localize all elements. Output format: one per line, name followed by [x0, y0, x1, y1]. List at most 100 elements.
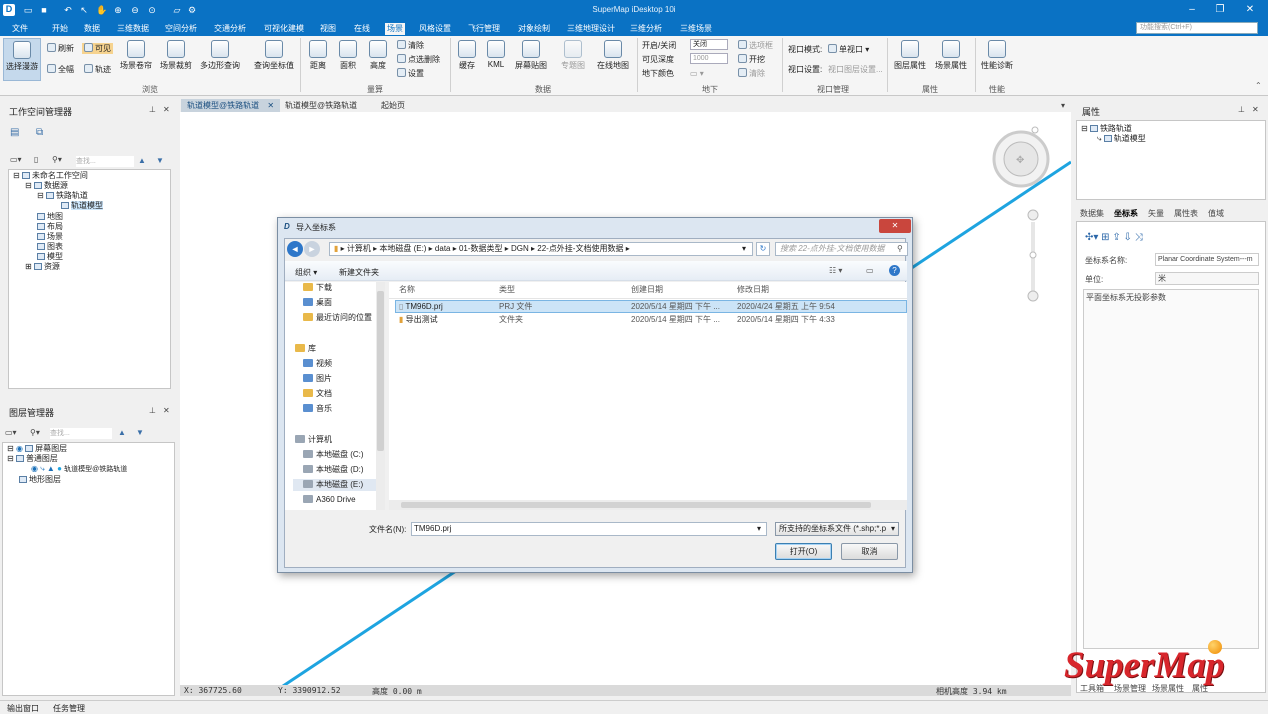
restore-icon[interactable]: ❐: [1214, 4, 1226, 16]
ribbon-collapse-icon[interactable]: ⌃: [1255, 80, 1262, 91]
menu-item[interactable]: 文件: [10, 23, 30, 35]
height-button[interactable]: 高度: [366, 40, 390, 71]
menu-item[interactable]: 三维地理设计: [565, 23, 617, 35]
tree-item[interactable]: 轨道模型: [61, 201, 103, 211]
online-map-button[interactable]: 在线地图: [596, 40, 630, 71]
column-header-name[interactable]: 名称: [399, 284, 415, 296]
folder-search-input[interactable]: 搜索 22-点外挂-文档使用数据: [775, 242, 908, 256]
filter-dropdown-icon[interactable]: ▾: [891, 524, 895, 533]
cancel-button[interactable]: 取消: [841, 543, 898, 560]
pin-icon[interactable]: ⊥: [149, 105, 156, 114]
prop-tab-domain[interactable]: 值域: [1208, 208, 1224, 219]
task-manager-tab[interactable]: 任务管理: [53, 703, 85, 714]
back-button[interactable]: ◄: [287, 241, 303, 257]
file-name[interactable]: ▯ TM96D.prj: [399, 301, 443, 313]
output-window-tab[interactable]: 输出窗口: [7, 703, 39, 714]
tab-dropdown-icon[interactable]: ▾: [1061, 101, 1065, 110]
prop-tab-vector[interactable]: 矢量: [1148, 208, 1164, 219]
tree-item[interactable]: ⊟ 铁路轨道: [1081, 124, 1132, 134]
menu-item[interactable]: 场景: [385, 23, 405, 35]
nav-videos[interactable]: 视频: [303, 358, 332, 370]
filename-dropdown-icon[interactable]: ▾: [757, 524, 761, 533]
minimize-icon[interactable]: –: [1186, 4, 1198, 16]
coord-tools-icon[interactable]: ✣▾ ⊞ ⇪ ⇩ ⤨: [1085, 232, 1143, 243]
nav-documents[interactable]: 文档: [303, 388, 332, 400]
file-type-filter[interactable]: 所支持的坐标系文件 (*.shp;*.p: [775, 522, 899, 536]
nav-drive-c[interactable]: 本地磁盘 (C:): [303, 449, 364, 461]
viewport-mode-select[interactable]: 单视口 ▾: [828, 44, 869, 55]
track-button[interactable]: 轨迹: [84, 64, 111, 75]
nav-recent[interactable]: 最近访问的位置: [303, 312, 372, 324]
column-header-created[interactable]: 创建日期: [631, 284, 663, 296]
open-datasource-icon[interactable]: ▭▾: [10, 155, 22, 164]
tab-model[interactable]: 轨道模型@铁路轨道: [279, 99, 363, 112]
view-options-icon[interactable]: ☷ ▾: [829, 266, 842, 275]
workspace-search-input[interactable]: 查找...: [76, 156, 134, 167]
search-up-icon[interactable]: ▲: [138, 156, 146, 165]
coord-name-field[interactable]: Planar Coordinate System---m: [1155, 253, 1259, 266]
menu-item[interactable]: 可视化建模: [262, 23, 306, 35]
open-button[interactable]: 打开(O): [775, 543, 832, 560]
dig-button[interactable]: 开挖: [738, 54, 765, 65]
perf-diagnose-button[interactable]: 性能诊断: [980, 40, 1014, 71]
cache-button[interactable]: 缓存: [455, 40, 479, 71]
tree-item[interactable]: 场景: [37, 232, 63, 242]
menu-item[interactable]: 在线: [352, 23, 372, 35]
search-down-icon[interactable]: ▼: [136, 428, 144, 437]
close-icon[interactable]: ✕: [163, 105, 170, 114]
tree-item[interactable]: 地图: [37, 212, 63, 222]
search-icon[interactable]: ⚲▾: [52, 155, 62, 164]
help-icon[interactable]: ?: [889, 265, 900, 276]
search-up-icon[interactable]: ▲: [118, 428, 126, 437]
zoom-slider[interactable]: [1027, 209, 1039, 302]
clip-box-button[interactable]: 选项框: [738, 40, 773, 51]
tree-item[interactable]: ⊞ 资源: [25, 262, 60, 272]
nav-a360-drive[interactable]: A360 Drive: [303, 494, 356, 506]
search-icon[interactable]: ⚲▾: [30, 428, 40, 437]
menu-item[interactable]: 数据: [82, 23, 102, 35]
scene-crop-button[interactable]: 场景裁剪: [159, 40, 193, 71]
horizontal-scrollbar-thumb[interactable]: [401, 502, 871, 508]
menu-item[interactable]: 三维分析: [628, 23, 664, 35]
preview-pane-icon[interactable]: ▭: [866, 266, 874, 275]
point-delete-button[interactable]: 点选删除: [397, 54, 440, 65]
column-header-type[interactable]: 类型: [499, 284, 515, 296]
new-icon[interactable]: ▯: [34, 155, 38, 164]
menu-item[interactable]: 三维场景: [678, 23, 714, 35]
workspace-list-icon[interactable]: ⧉: [36, 127, 43, 138]
layer-options-icon[interactable]: ▭▾: [5, 428, 17, 437]
folder-name[interactable]: ▮ 导出测试: [399, 314, 438, 326]
column-header-modified[interactable]: 修改日期: [737, 284, 769, 296]
kml-button[interactable]: KML: [484, 40, 508, 69]
tree-item[interactable]: ⤷ 轨道模型: [1097, 134, 1146, 144]
breadcrumb-dropdown-icon[interactable]: ▾: [742, 244, 746, 253]
nav-desktop[interactable]: 桌面: [303, 297, 332, 309]
pin-icon[interactable]: ⊥: [1238, 105, 1245, 114]
nav-library[interactable]: 库: [295, 343, 316, 355]
nav-pictures[interactable]: 图片: [303, 373, 332, 385]
scene-roll-button[interactable]: 场景卷帘: [119, 40, 153, 71]
workspace-tree-icon[interactable]: ▤: [10, 127, 19, 138]
underground-toggle-select[interactable]: 关闭: [690, 39, 728, 50]
menu-item[interactable]: 交通分析: [212, 23, 248, 35]
menu-item[interactable]: 开始: [50, 23, 70, 35]
menu-item[interactable]: 对象绘制: [516, 23, 552, 35]
visible-button[interactable]: 可见: [82, 43, 113, 54]
nav-drive-e[interactable]: 本地磁盘 (E:): [293, 479, 383, 491]
prop-tab-attr[interactable]: 属性表: [1174, 208, 1198, 219]
select-browse-button[interactable]: 选择漫游: [3, 38, 41, 81]
nav-music[interactable]: 音乐: [303, 403, 332, 415]
tree-item[interactable]: 图表: [37, 242, 63, 252]
menu-item[interactable]: 飞行管理: [466, 23, 502, 35]
dialog-close-button[interactable]: ✕: [879, 219, 911, 233]
tree-item[interactable]: 布局: [37, 222, 63, 232]
organize-button[interactable]: 组织 ▾: [295, 267, 317, 278]
layer-props-button[interactable]: 图层属性: [892, 40, 928, 71]
area-button[interactable]: 面积: [336, 40, 360, 71]
unit-field[interactable]: 米: [1155, 272, 1259, 285]
tree-item[interactable]: ⊟ 数据源: [25, 181, 68, 191]
tree-item[interactable]: ◉ ⤷ ▲ ● 轨道模型@铁路轨道: [31, 464, 127, 474]
special-map-button[interactable]: 专题图: [559, 40, 587, 71]
nav-scrollbar-thumb[interactable]: [377, 291, 384, 451]
tree-item[interactable]: 模型: [37, 252, 63, 262]
